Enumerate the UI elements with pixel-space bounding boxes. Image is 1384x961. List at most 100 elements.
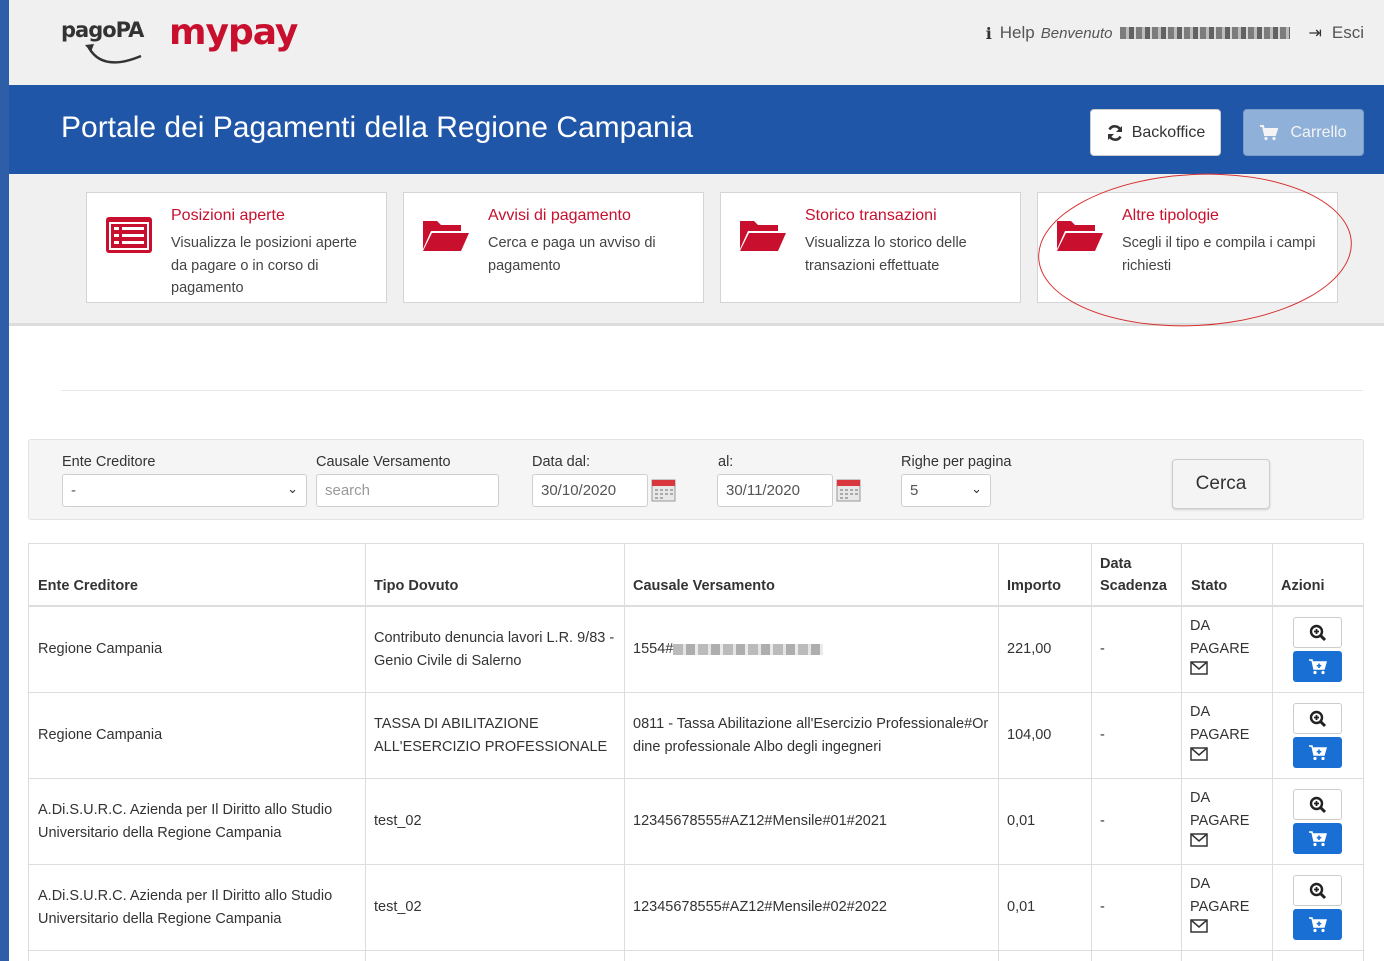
cell-importo: 221,00 (1007, 641, 1052, 657)
cell-causale: 1554# (633, 638, 824, 661)
search-filter-panel: Ente Creditore - ⌄ Causale Versamento se… (28, 439, 1364, 520)
table-row: A.Di.S.U.R.C. Azienda per Il Diritto all… (29, 865, 1363, 951)
cell-scadenza: - (1100, 727, 1105, 743)
righe-selected-value: 5 (910, 482, 919, 499)
cell-stato: DA PAGARE (1190, 873, 1265, 941)
tile-storico-transazioni[interactable]: Storico transazioni Visualizza lo storic… (720, 192, 1021, 303)
data-dal-value: 30/10/2020 (541, 482, 617, 499)
cell-tipo: TASSA DI ABILITAZIONE ALL'ESERCIZIO PROF… (374, 716, 608, 755)
help-link[interactable]: Help (1000, 23, 1035, 43)
search-plus-icon (1309, 796, 1326, 813)
search-plus-icon (1309, 624, 1326, 641)
tile-description: Visualizza lo storico delle transazioni … (805, 235, 967, 274)
search-plus-icon (1309, 710, 1326, 727)
view-details-button[interactable] (1293, 875, 1342, 906)
header-causale[interactable]: Causale Versamento (633, 575, 775, 597)
righe-label: Righe per pagina (901, 454, 1012, 470)
envelope-icon[interactable] (1190, 661, 1208, 675)
view-details-button[interactable] (1293, 789, 1342, 820)
cart-icon (1260, 124, 1279, 140)
add-to-cart-button[interactable] (1293, 823, 1342, 854)
causale-placeholder: search (325, 482, 371, 499)
header-stato[interactable]: Stato (1191, 575, 1227, 597)
view-details-button[interactable] (1293, 617, 1342, 648)
add-to-cart-button[interactable] (1293, 737, 1342, 768)
view-details-button[interactable] (1293, 703, 1342, 734)
table-row: Regione Campania Contributo denuncia lav… (29, 607, 1363, 693)
add-to-cart-button[interactable] (1293, 651, 1342, 682)
ente-selected-value: - (71, 482, 76, 499)
cell-ente: Regione Campania (38, 641, 163, 657)
cell-importo: 0,01 (1007, 813, 1036, 829)
ente-select[interactable]: - ⌄ (62, 474, 307, 507)
page-title: Portale dei Pagamenti della Regione Camp… (61, 111, 694, 144)
envelope-icon[interactable] (1190, 747, 1208, 761)
refresh-icon (1107, 124, 1122, 141)
backoffice-label: Backoffice (1131, 123, 1206, 141)
user-menu: i Help Benvenuto ⇥ Esci (986, 23, 1364, 43)
cell-tipo: Contributo denuncia lavori L.R. 9/83 - G… (374, 630, 615, 669)
header-ente[interactable]: Ente Creditore (38, 575, 138, 597)
status-badge: DA PAGARE (1190, 790, 1250, 829)
user-name-redacted (1120, 27, 1291, 39)
header-importo[interactable]: Importo (1007, 575, 1061, 597)
cerca-button[interactable]: Cerca (1172, 459, 1270, 509)
chevron-down-icon: ⌄ (971, 481, 982, 496)
data-al-label: al: (718, 454, 734, 470)
tile-title: Storico transazioni (805, 207, 937, 224)
cell-causale: 12345678555#AZ12#Mensile#02#2022 (633, 899, 887, 915)
cell-tipo: test_02 (374, 899, 422, 915)
calendar-icon[interactable] (836, 477, 861, 502)
cell-importo: 0,01 (1007, 899, 1036, 915)
cell-scadenza: - (1100, 899, 1105, 915)
search-plus-icon (1309, 882, 1326, 899)
pagopa-logo-text: pagoPA (61, 18, 144, 42)
data-al-value: 30/11/2020 (726, 482, 800, 499)
data-dal-input[interactable]: 30/10/2020 (532, 474, 648, 507)
tile-avvisi-di-pagamento[interactable]: Avvisi di pagamento Cerca e paga un avvi… (403, 192, 704, 303)
cart-plus-icon (1308, 744, 1327, 760)
status-badge: DA PAGARE (1190, 876, 1250, 915)
backoffice-button[interactable]: Backoffice (1090, 109, 1221, 156)
data-al-input[interactable]: 30/11/2020 (717, 474, 833, 507)
tile-title: Posizioni aperte (171, 207, 285, 224)
table-row: Regione Campania TASSA DI ABILITAZIONE A… (29, 693, 1363, 779)
cell-causale: 0811 - Tassa Abilitazione all'Esercizio … (633, 716, 989, 755)
envelope-icon[interactable] (1190, 919, 1208, 933)
cart-plus-icon (1308, 658, 1327, 674)
envelope-icon[interactable] (1190, 833, 1208, 847)
header-scadenza[interactable]: Data Scadenza (1100, 553, 1172, 597)
cell-stato: DA PAGARE (1190, 615, 1265, 683)
cell-ente: Regione Campania (38, 727, 163, 743)
chevron-down-icon: ⌄ (287, 481, 298, 496)
carrello-label: Carrello (1290, 123, 1347, 141)
tile-posizioni-aperte[interactable]: Posizioni aperte Visualizza le posizioni… (86, 192, 387, 303)
cell-scadenza: - (1100, 641, 1105, 657)
cart-plus-icon (1308, 830, 1327, 846)
left-edge-bar (0, 0, 9, 961)
welcome-label: Benvenuto (1040, 24, 1113, 42)
list-icon (106, 217, 152, 253)
status-badge: DA PAGARE (1190, 704, 1250, 743)
mypay-logo[interactable]: mypay (169, 12, 298, 53)
sign-out-icon[interactable]: ⇥ (1308, 23, 1321, 43)
pagopa-logo[interactable]: pagoPA (61, 18, 161, 78)
add-to-cart-button[interactable] (1293, 909, 1342, 940)
cell-stato: DA PAGARE (1190, 787, 1265, 855)
tile-title: Avvisi di pagamento (488, 207, 631, 224)
top-bar: pagoPA mypay i Help Benvenuto ⇥ Esci (9, 0, 1384, 85)
cell-causale-text: 1554# (633, 641, 674, 657)
info-icon: i (985, 23, 992, 43)
exit-link[interactable]: Esci (1332, 23, 1364, 43)
carrello-button[interactable]: Carrello (1243, 109, 1364, 156)
calendar-icon[interactable] (651, 477, 676, 502)
tile-description: Visualizza le posizioni aperte da pagare… (171, 235, 357, 296)
header-tipo[interactable]: Tipo Dovuto (374, 575, 458, 597)
divider (61, 390, 1363, 391)
causale-input[interactable]: search (316, 474, 499, 507)
causale-label: Causale Versamento (316, 454, 451, 470)
table-row: A.Di.S.U.R.C. Azienda per Il Diritto all… (29, 779, 1363, 865)
cell-scadenza: - (1100, 813, 1105, 829)
righe-select[interactable]: 5 ⌄ (901, 474, 991, 507)
cell-ente: A.Di.S.U.R.C. Azienda per Il Diritto all… (38, 802, 333, 841)
